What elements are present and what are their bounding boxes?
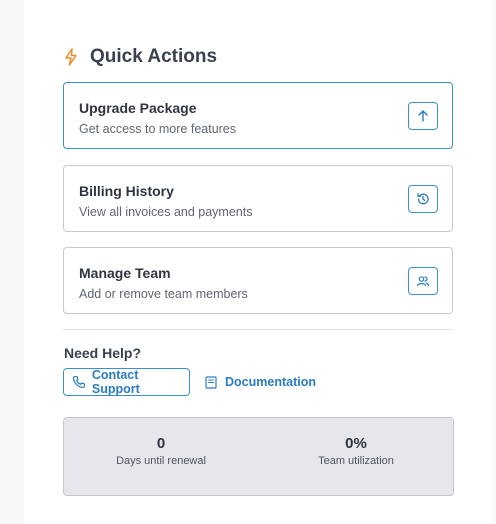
manage-team-button[interactable] (408, 267, 438, 295)
phone-icon (72, 375, 85, 389)
billing-history-card[interactable]: Billing History View all invoices and pa… (63, 165, 453, 232)
stats-box: 0 Days until renewal 0% Team utilization (63, 417, 454, 496)
quick-actions-title: Quick Actions (90, 46, 218, 67)
card-title: Upgrade Package (79, 100, 197, 116)
stat-label: Days until renewal (116, 455, 206, 467)
lightning-icon (64, 48, 78, 66)
stat-days-until-renewal: 0 Days until renewal (86, 435, 236, 467)
stat-value: 0% (345, 435, 367, 452)
stat-team-utilization: 0% Team utilization (281, 435, 431, 467)
contact-support-button[interactable]: Contact Support (63, 368, 190, 396)
documentation-label: Documentation (225, 375, 316, 389)
card-subtitle: Add or remove team members (79, 287, 248, 301)
book-icon (205, 375, 217, 389)
stat-label: Team utilization (318, 455, 394, 467)
stat-value: 0 (156, 435, 166, 452)
card-title: Manage Team (79, 265, 171, 281)
upgrade-package-card[interactable]: Upgrade Package Get access to more featu… (63, 82, 453, 149)
arrow-up-icon (418, 110, 428, 122)
history-icon (417, 193, 429, 205)
contact-support-label: Contact Support (91, 368, 140, 396)
section-divider (63, 329, 454, 330)
billing-history-button[interactable] (408, 185, 438, 213)
users-icon (416, 276, 430, 287)
manage-team-card[interactable]: Manage Team Add or remove team members (63, 247, 453, 314)
upgrade-package-button[interactable] (408, 102, 438, 130)
card-title: Billing History (79, 183, 174, 199)
quick-actions-heading: Quick Actions (64, 46, 217, 68)
card-subtitle: Get access to more features (79, 122, 237, 136)
need-help-title: Need Help? (64, 345, 142, 361)
documentation-link[interactable]: Documentation (205, 368, 316, 396)
card-subtitle: View all invoices and payments (79, 205, 253, 219)
